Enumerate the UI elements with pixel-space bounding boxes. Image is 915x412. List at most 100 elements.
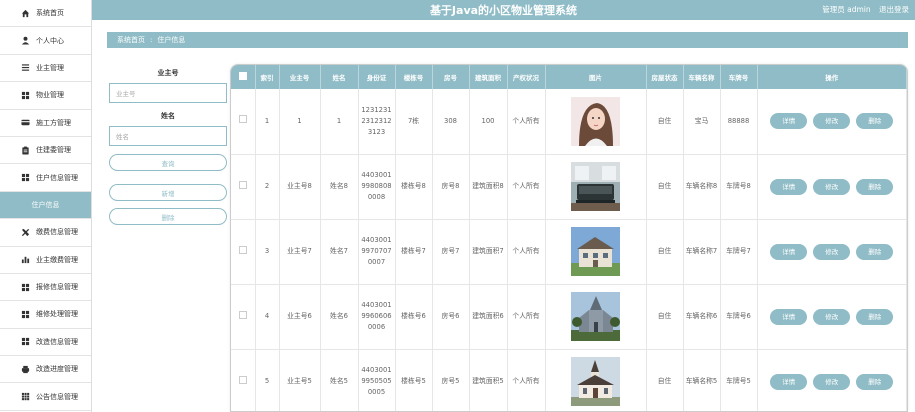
cell-car-name: 车辆名称8 (683, 154, 721, 220)
detail-button[interactable]: 详情 (770, 373, 808, 390)
bar-chart-icon (20, 255, 30, 265)
person-icon (20, 36, 30, 46)
house-photo[interactable] (571, 227, 620, 276)
delete-button[interactable]: 删除 (856, 113, 894, 130)
detail-button[interactable]: 详情 (770, 178, 808, 195)
cell-room: 房号6 (432, 284, 470, 350)
row-select-cell (231, 349, 256, 411)
row-checkbox[interactable] (238, 375, 247, 384)
sidebar-item-0[interactable]: 系统首页 (0, 0, 91, 28)
sidebar-item-8[interactable]: 缴费信息管理 (0, 219, 91, 247)
sidebar-item-3[interactable]: 物业管理 (0, 82, 91, 110)
column-header: 姓名 (320, 65, 359, 89)
sidebar-item-label: 个人中心 (36, 36, 64, 45)
select-all-header[interactable] (231, 65, 256, 89)
cell-area: 100 (469, 89, 508, 155)
cell-owner-id: 业主号8 (279, 154, 321, 220)
table-row: 3 业主号7 姓名7 440300199707070007 楼栋号7 房号7 建筑面积7 个人… (231, 219, 907, 285)
name-input[interactable]: 姓名 (109, 126, 227, 146)
cell-car-name: 宝马 (683, 89, 721, 155)
column-header: 房号 (432, 65, 470, 89)
cell-plate: 车牌号5 (720, 349, 758, 411)
name-label: 姓名 (161, 112, 175, 120)
edit-button[interactable]: 修改 (813, 178, 851, 195)
sidebar-item-7[interactable]: 住户信息 (0, 191, 91, 220)
cell-owner-id: 1 (279, 89, 321, 155)
edit-button[interactable]: 修改 (813, 308, 851, 325)
sidebar-item-label: 物业管理 (36, 91, 64, 100)
cell-name: 姓名8 (320, 154, 359, 220)
cell-plate: 车牌号6 (720, 284, 758, 350)
cell-name: 姓名7 (320, 219, 359, 285)
cell-id-card: 440300199808080008 (358, 154, 396, 220)
owner-id-input[interactable]: 业主号 (109, 83, 227, 103)
cell-index: 3 (255, 219, 280, 285)
edit-button[interactable]: 修改 (813, 243, 851, 260)
row-checkbox[interactable] (238, 115, 247, 124)
sidebar-item-label: 维修处理管理 (36, 310, 78, 319)
add-button[interactable]: 新增 (109, 184, 227, 201)
sidebar-item-6[interactable]: 住户信息管理 (0, 164, 91, 192)
cell-index: 1 (255, 89, 280, 155)
logout-link[interactable]: 退出登录 (879, 5, 909, 14)
edit-button[interactable]: 修改 (813, 113, 851, 130)
cell-room: 房号7 (432, 219, 470, 285)
image-cell (545, 219, 647, 285)
sidebar-item-9[interactable]: 业主缴费管理 (0, 247, 91, 274)
cell-status: 自住 (646, 349, 684, 411)
sidebar-item-11[interactable]: 维修处理管理 (0, 301, 91, 329)
delete-button[interactable]: 删除 (856, 308, 894, 325)
cell-id-card: 440300199505050005 (358, 349, 396, 411)
cell-building: 楼栋号6 (395, 284, 433, 350)
delete-button[interactable]: 删除 (856, 243, 894, 260)
sidebar-item-4[interactable]: 施工方管理 (0, 110, 91, 137)
sidebar-item-label: 缴费信息管理 (36, 228, 78, 237)
printer-icon (20, 364, 30, 374)
column-header: 房屋状态 (646, 65, 684, 89)
cell-id-card: 440300199707070007 (358, 219, 396, 285)
image-cell (545, 89, 647, 155)
sidebar-item-14[interactable]: 公告信息管理 (0, 383, 91, 411)
cell-property: 个人所有 (507, 219, 546, 285)
row-checkbox[interactable] (238, 310, 247, 319)
interior-photo[interactable] (571, 162, 620, 211)
detail-button[interactable]: 详情 (770, 113, 808, 130)
sidebar-item-13[interactable]: 改造进度管理 (0, 356, 91, 384)
grid-icon (20, 90, 30, 100)
chapel-photo[interactable] (571, 357, 620, 406)
sidebar-item-5[interactable]: 住建委管理 (0, 137, 91, 165)
column-header: 车牌号 (720, 65, 758, 89)
cell-name: 1 (320, 89, 359, 155)
table-icon (20, 392, 30, 402)
detail-button[interactable]: 详情 (770, 308, 808, 325)
column-header: 车辆名称 (683, 65, 721, 89)
sidebar-item-10[interactable]: 报修信息管理 (0, 274, 91, 302)
select-all-checkbox[interactable] (238, 72, 247, 80)
cell-plate: 车牌号8 (720, 154, 758, 220)
cell-room: 房号5 (432, 349, 470, 411)
cell-owner-id: 业主号6 (279, 284, 321, 350)
actions-cell: 详情 修改 删除 (757, 89, 907, 155)
row-checkbox[interactable] (238, 180, 247, 189)
sidebar-item-12[interactable]: 改造信息管理 (0, 329, 91, 357)
delete-button[interactable]: 删除 (856, 373, 894, 390)
search-panel: 业主号 业主号 姓名 姓名 查询 新增 删除 (109, 68, 227, 232)
cell-building: 楼栋号7 (395, 219, 433, 285)
church-photo[interactable] (571, 292, 620, 341)
sidebar-item-1[interactable]: 个人中心 (0, 27, 91, 55)
edit-button[interactable]: 修改 (813, 373, 851, 390)
column-header: 建筑面积 (469, 65, 508, 89)
batch-delete-button[interactable]: 删除 (109, 208, 227, 225)
sidebar-item-label: 公告信息管理 (36, 392, 78, 401)
query-button[interactable]: 查询 (109, 154, 227, 171)
sidebar-item-label: 业主缴费管理 (36, 255, 78, 264)
cell-car-name: 车辆名称6 (683, 284, 721, 350)
detail-button[interactable]: 详情 (770, 243, 808, 260)
delete-button[interactable]: 删除 (856, 178, 894, 195)
sidebar-item-label: 改造进度管理 (36, 365, 78, 374)
portrait-photo[interactable] (571, 96, 620, 146)
breadcrumb-home[interactable]: 系统首页 (117, 35, 145, 45)
sidebar-item-2[interactable]: 业主管理 (0, 55, 91, 83)
breadcrumb-separator: : (150, 36, 153, 44)
row-checkbox[interactable] (238, 245, 247, 254)
